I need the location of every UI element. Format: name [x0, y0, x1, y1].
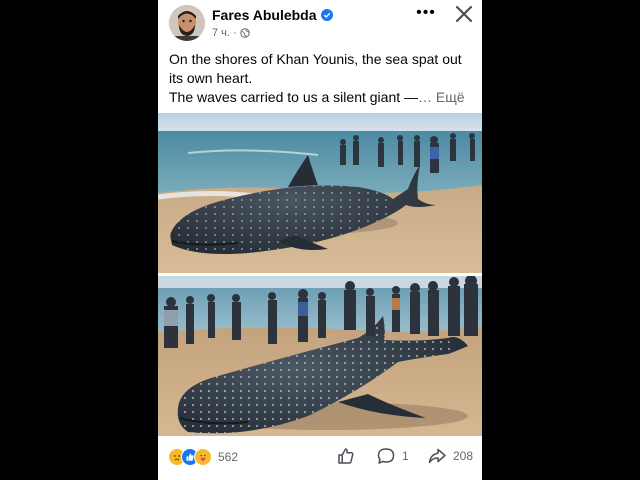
caption-line: On the shores of Khan Younis, the sea sp… — [169, 51, 462, 86]
avatar[interactable] — [169, 5, 205, 41]
like-button[interactable] — [336, 446, 356, 466]
comment-count: 1 — [402, 449, 409, 463]
facebook-post: Fares Abulebda 7 ч. · ••• On the shores … — [158, 0, 482, 480]
author-row: Fares Abulebda — [212, 7, 333, 23]
comment-button[interactable]: 1 — [376, 446, 409, 466]
share-button[interactable]: 208 — [427, 446, 473, 466]
post-header: Fares Abulebda 7 ч. · ••• — [158, 0, 482, 46]
like-icon — [338, 448, 354, 464]
post-time[interactable]: 7 ч. — [212, 27, 230, 39]
comment-icon — [377, 448, 395, 464]
globe-icon — [239, 28, 250, 38]
verified-badge-icon — [320, 9, 333, 21]
post-photo-2[interactable] — [158, 276, 482, 436]
reaction-summary[interactable]: 562 — [168, 448, 238, 466]
close-icon[interactable] — [454, 4, 474, 24]
post-photo-1[interactable] — [158, 113, 482, 273]
reaction-count: 562 — [218, 450, 239, 464]
care-reaction-icon — [194, 448, 212, 466]
caption-line-2: The waves carried to us a silent giant —… — [169, 88, 474, 107]
post-footer: 562 1 208 — [158, 436, 482, 480]
caption-text: The waves carried to us a silent giant — — [169, 89, 419, 105]
post-caption: On the shores of Khan Younis, the sea sp… — [169, 50, 474, 107]
post-meta: 7 ч. · — [212, 27, 250, 39]
share-icon — [428, 448, 446, 464]
share-count: 208 — [453, 449, 474, 463]
meta-separator: · — [232, 27, 237, 39]
see-more-link[interactable]: … Ещё — [418, 89, 465, 105]
more-options-icon[interactable]: ••• — [415, 5, 437, 23]
author-name[interactable]: Fares Abulebda — [212, 7, 317, 23]
